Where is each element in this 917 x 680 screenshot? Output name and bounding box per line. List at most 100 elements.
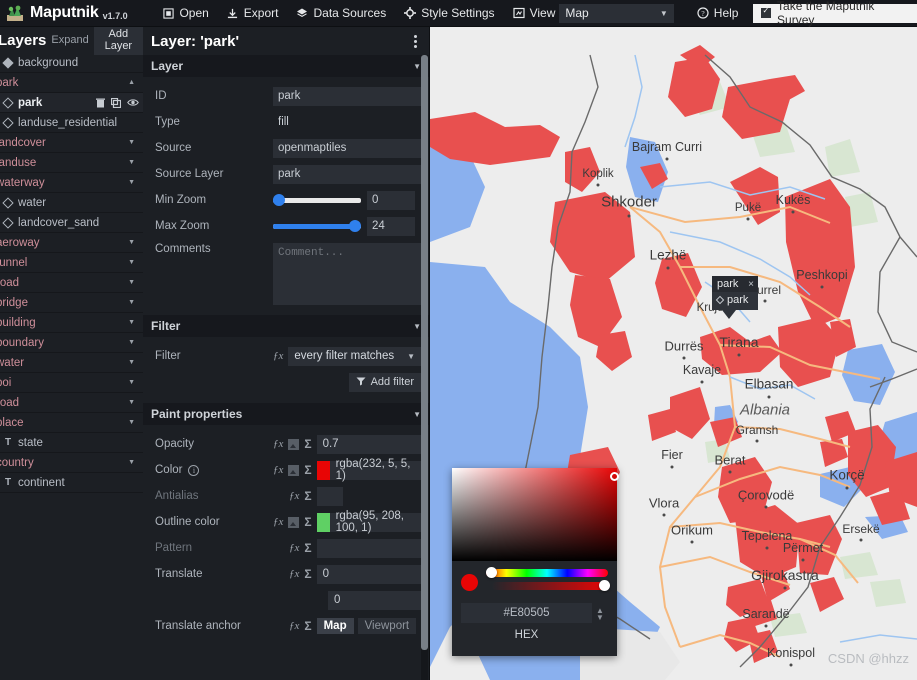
sigma-icon[interactable]: Σ <box>304 437 311 451</box>
add-layer-button[interactable]: Add Layer <box>93 27 143 55</box>
sidebar-item-state[interactable]: Tstate <box>0 433 143 453</box>
function-icon[interactable]: ƒx <box>273 516 283 528</box>
open-button[interactable]: Open <box>153 0 217 27</box>
image-expression-icon[interactable] <box>288 464 300 476</box>
function-icon[interactable]: ƒx <box>289 542 299 554</box>
sigma-icon[interactable]: Σ <box>304 489 311 503</box>
editor-scrollbar-thumb[interactable] <box>421 55 428 650</box>
translate-anchor-viewport-button[interactable]: Viewport <box>357 618 417 634</box>
duplicate-icon[interactable] <box>111 97 121 108</box>
style-settings-button[interactable]: Style Settings <box>395 0 503 27</box>
function-icon[interactable]: ƒx <box>273 350 283 362</box>
sigma-icon[interactable]: Σ <box>304 619 311 633</box>
function-icon[interactable]: ƒx <box>289 568 299 580</box>
sigma-icon[interactable]: Σ <box>304 567 311 581</box>
sidebar-item-continent[interactable]: Tcontinent <box>0 473 143 493</box>
help-button[interactable]: ? Help <box>688 0 748 27</box>
hue-slider[interactable] <box>486 567 608 578</box>
layer-group-water[interactable]: water ▼ <box>0 353 143 373</box>
layer-group-park[interactable]: park ▲ <box>0 73 143 93</box>
info-icon[interactable]: i <box>188 464 200 476</box>
data-sources-button[interactable]: Data Sources <box>287 0 395 27</box>
layer-group-aeroway[interactable]: aeroway ▼ <box>0 233 143 253</box>
close-icon[interactable]: × <box>748 279 754 290</box>
view-select[interactable]: Map ▼ <box>559 3 674 23</box>
map-label: Pukë <box>734 202 762 214</box>
image-expression-icon[interactable] <box>288 438 300 450</box>
alpha-slider-handle[interactable] <box>599 580 610 591</box>
function-icon[interactable]: ƒx <box>289 490 299 502</box>
min-zoom-value[interactable]: 0 <box>367 190 415 210</box>
map-city-dot <box>767 395 771 399</box>
sidebar-item-water[interactable]: water <box>0 193 143 213</box>
map-city-dot <box>666 266 670 270</box>
source-input[interactable] <box>273 138 421 158</box>
pattern-input[interactable] <box>316 538 421 558</box>
sidebar-item-background[interactable]: background <box>0 53 143 73</box>
translate-x-value[interactable]: 0 <box>316 564 421 584</box>
sidebar-item-landuse_residential[interactable]: landuse_residential <box>0 113 143 133</box>
data-sources-label: Data Sources <box>313 6 387 20</box>
image-expression-icon[interactable] <box>288 516 300 528</box>
sigma-icon[interactable]: Σ <box>304 541 311 555</box>
format-toggle-icon[interactable]: ▲ ▼ <box>592 603 608 622</box>
function-icon[interactable]: ƒx <box>289 620 299 632</box>
min-zoom-slider[interactable] <box>273 191 361 210</box>
survey-label: Take the Maputnik Survey <box>777 0 875 27</box>
outline-color-swatch[interactable] <box>316 512 330 532</box>
layer-group-landuse[interactable]: landuse ▼ <box>0 153 143 173</box>
hue-slider-handle[interactable] <box>486 567 497 578</box>
map-label: Kavaje <box>682 363 722 377</box>
layer-group-landcover[interactable]: landcover ▼ <box>0 133 143 153</box>
section-layer-header[interactable]: Layer ▼ <box>143 55 429 77</box>
section-paint-header[interactable]: Paint properties ▼ <box>143 403 429 425</box>
layer-group-poi[interactable]: poi ▼ <box>0 373 143 393</box>
source-layer-input[interactable] <box>273 164 421 184</box>
popup-title-row: park × <box>712 276 758 292</box>
max-zoom-value[interactable]: 24 <box>367 216 415 236</box>
outline-color-value[interactable]: rgba(95, 208, 100, 1) <box>329 510 421 534</box>
layer-group-road[interactable]: road ▼ <box>0 273 143 293</box>
field-translate-label: Translate <box>155 568 203 580</box>
max-zoom-slider[interactable] <box>273 217 361 236</box>
sidebar-item-park[interactable]: park <box>0 93 143 113</box>
alpha-slider[interactable] <box>492 580 610 591</box>
saturation-cursor[interactable] <box>610 472 619 481</box>
sigma-icon[interactable]: Σ <box>304 515 311 529</box>
layer-group-place[interactable]: place ▼ <box>0 413 143 433</box>
id-input[interactable] <box>273 86 421 106</box>
delete-icon[interactable] <box>96 98 105 108</box>
sidebar-item-landcover_sand[interactable]: landcover_sand <box>0 213 143 233</box>
filter-select[interactable]: every filter matches ▼ <box>288 346 421 366</box>
visibility-eye-icon[interactable] <box>127 98 139 107</box>
survey-button[interactable]: Take the Maputnik Survey <box>753 0 917 27</box>
popup-layer-row[interactable]: park <box>712 292 758 310</box>
layer-group-road[interactable]: road ▼ <box>0 393 143 413</box>
layer-group-waterway[interactable]: waterway ▼ <box>0 173 143 193</box>
editor-scrollbar[interactable] <box>421 55 428 680</box>
function-icon[interactable]: ƒx <box>273 438 283 450</box>
section-filter-header[interactable]: Filter ▼ <box>143 315 429 337</box>
translate-anchor-map-button[interactable]: Map <box>316 618 354 634</box>
color-picker[interactable]: #E80505 HEX ▲ ▼ <box>452 468 619 656</box>
opacity-value[interactable]: 0.7 <box>316 434 421 454</box>
layer-group-building[interactable]: building ▼ <box>0 313 143 333</box>
layer-group-tunnel[interactable]: tunnel ▼ <box>0 253 143 273</box>
translate-y-value[interactable]: 0 <box>328 590 421 610</box>
color-saturation-area[interactable] <box>452 468 619 561</box>
sigma-icon[interactable]: Σ <box>304 463 311 477</box>
function-icon[interactable]: ƒx <box>273 464 283 476</box>
antialias-checkbox[interactable] <box>316 486 343 506</box>
color-value[interactable]: rgba(232, 5, 5, 1) <box>329 458 421 482</box>
layer-group-boundary[interactable]: boundary ▼ <box>0 333 143 353</box>
color-swatch[interactable] <box>316 460 330 480</box>
view-menu[interactable]: View <box>504 0 558 27</box>
layer-group-country[interactable]: country ▼ <box>0 453 143 473</box>
expand-button[interactable]: Expand <box>46 31 93 49</box>
layer-group-bridge[interactable]: bridge ▼ <box>0 293 143 313</box>
more-options-icon[interactable] <box>410 33 421 50</box>
add-filter-button[interactable]: Add filter <box>348 372 421 392</box>
export-button[interactable]: Export <box>218 0 288 27</box>
comments-textarea[interactable] <box>273 243 421 305</box>
hex-input[interactable]: #E80505 <box>461 603 592 623</box>
